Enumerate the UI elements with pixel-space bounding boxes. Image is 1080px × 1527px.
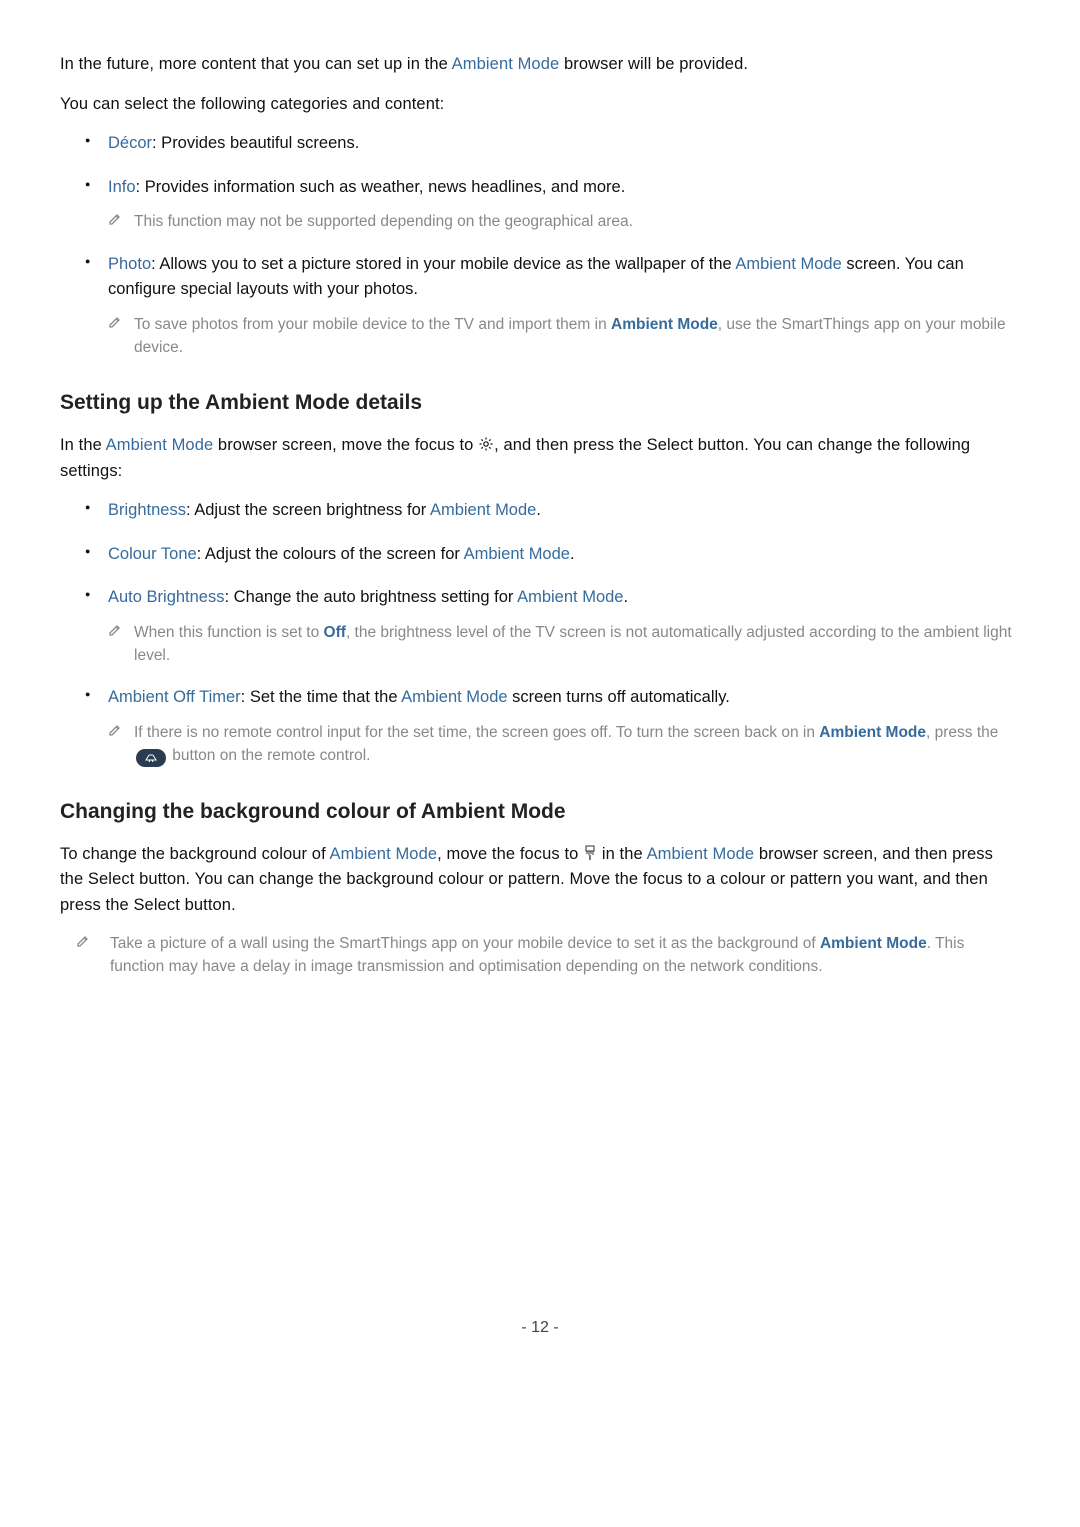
pencil-icon: [108, 313, 134, 336]
intro-paragraph-2: You can select the following categories …: [60, 92, 1020, 118]
heading-background: Changing the background colour of Ambien…: [60, 800, 1020, 824]
brush-icon: [583, 845, 597, 861]
list-item: Info: Provides information such as weath…: [60, 175, 1020, 234]
note: This function may not be supported depen…: [108, 210, 1020, 233]
settings-paragraph: In the Ambient Mode browser screen, move…: [60, 433, 1020, 484]
settings-list: Brightness: Adjust the screen brightness…: [60, 498, 1020, 767]
ambient-mode-link: Ambient Mode: [330, 845, 438, 863]
ambient-mode-link: Ambient Mode: [401, 688, 507, 706]
text: browser will be provided.: [559, 55, 748, 73]
heading-settings: Setting up the Ambient Mode details: [60, 391, 1020, 415]
list-item: Brightness: Adjust the screen brightness…: [60, 498, 1020, 524]
content-category-list: Décor: Provides beautiful screens. Info:…: [60, 131, 1020, 359]
pencil-icon: [76, 932, 110, 955]
text: : Provides information such as weather, …: [136, 178, 626, 196]
note-text: Take a picture of a wall using the Smart…: [110, 932, 1020, 979]
ambient-mode-link: Ambient Mode: [820, 935, 927, 952]
colour-tone-link: Colour Tone: [108, 545, 197, 563]
note: Take a picture of a wall using the Smart…: [60, 932, 1020, 979]
pencil-icon: [108, 721, 134, 744]
brightness-link: Brightness: [108, 501, 186, 519]
note-text: If there is no remote control input for …: [134, 721, 1020, 768]
background-paragraph: To change the background colour of Ambie…: [60, 842, 1020, 919]
ambient-mode-link: Ambient Mode: [819, 724, 926, 741]
list-item: Décor: Provides beautiful screens.: [60, 131, 1020, 157]
text: In the future, more content that you can…: [60, 55, 452, 73]
pencil-icon: [108, 210, 134, 233]
pencil-icon: [108, 621, 134, 644]
ambient-mode-link: Ambient Mode: [106, 436, 214, 454]
note: If there is no remote control input for …: [108, 721, 1020, 768]
text: : Allows you to set a picture stored in …: [151, 255, 735, 273]
ambient-off-timer-link: Ambient Off Timer: [108, 688, 241, 706]
ambient-mode-link: Ambient Mode: [611, 316, 718, 333]
info-link: Info: [108, 178, 136, 196]
auto-brightness-link: Auto Brightness: [108, 588, 224, 606]
note-text: To save photos from your mobile device t…: [134, 313, 1020, 360]
ambient-mode-link: Ambient Mode: [647, 845, 755, 863]
ambient-mode-link: Ambient Mode: [464, 545, 570, 563]
ambient-button-icon: [136, 749, 166, 767]
ambient-mode-link: Ambient Mode: [430, 501, 536, 519]
ambient-mode-link: Ambient Mode: [735, 255, 841, 273]
gear-icon: [478, 436, 494, 452]
list-item: Colour Tone: Adjust the colours of the s…: [60, 542, 1020, 568]
note: When this function is set to Off, the br…: [108, 621, 1020, 668]
page-number: - 12 -: [60, 1319, 1020, 1337]
off-label: Off: [324, 624, 346, 641]
ambient-mode-link: Ambient Mode: [517, 588, 623, 606]
note: To save photos from your mobile device t…: [108, 313, 1020, 360]
intro-paragraph-1: In the future, more content that you can…: [60, 52, 1020, 78]
decor-link: Décor: [108, 134, 152, 152]
note-text: This function may not be supported depen…: [134, 210, 1020, 233]
list-item: Photo: Allows you to set a picture store…: [60, 252, 1020, 360]
list-item: Auto Brightness: Change the auto brightn…: [60, 585, 1020, 667]
text: : Provides beautiful screens.: [152, 134, 359, 152]
list-item: Ambient Off Timer: Set the time that the…: [60, 685, 1020, 767]
note-text: When this function is set to Off, the br…: [134, 621, 1020, 668]
ambient-mode-link: Ambient Mode: [452, 55, 560, 73]
photo-link: Photo: [108, 255, 151, 273]
